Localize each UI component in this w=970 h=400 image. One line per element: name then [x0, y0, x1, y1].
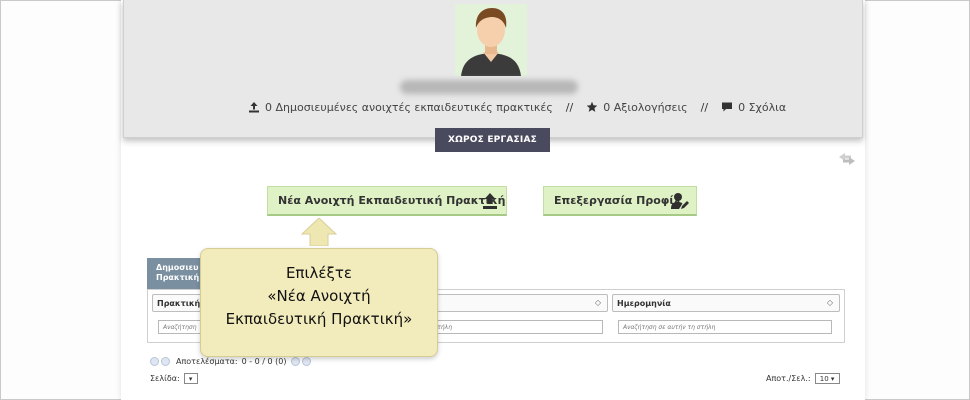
user-avatar	[455, 4, 527, 76]
refresh-icon[interactable]	[837, 151, 857, 167]
new-practice-label: Νέα Ανοιχτή Εκπαιδευτική Πρακτική	[278, 194, 506, 207]
page-label: Σελίδα:	[150, 374, 180, 383]
per-page-label: Αποτ./Σελ.:	[766, 374, 811, 383]
workspace-tab[interactable]: ΧΩΡΟΣ ΕΡΓΑΣΙΑΣ	[435, 128, 550, 152]
column-header-date[interactable]: Ημερομηνία ◇	[612, 294, 840, 312]
callout-arrow-icon	[300, 217, 338, 247]
upload-icon	[480, 191, 500, 211]
new-practice-button[interactable]: Νέα Ανοιχτή Εκπαιδευτική Πρακτική	[267, 186, 507, 216]
ratings-count: 0 Αξιολογήσεις	[603, 100, 688, 114]
user-edit-icon	[670, 191, 690, 211]
star-icon	[586, 101, 598, 113]
sort-icon: ◇	[594, 298, 601, 307]
stats-separator: //	[565, 100, 574, 114]
results-value: 0 - 0 / 0 (0)	[241, 356, 287, 366]
prev-page-button[interactable]	[161, 356, 170, 366]
page-select[interactable]: ▾	[183, 373, 198, 384]
date-filter-input[interactable]: Αναζήτηση σε αυτήν τη στήλη	[618, 320, 832, 334]
next-page-button[interactable]	[290, 356, 300, 366]
results-label: Αποτελέσματα:	[176, 356, 238, 366]
tooltip-line3: Εκπαιδευτική Πρακτική»	[225, 310, 413, 328]
comment-icon	[721, 101, 733, 113]
first-page-button[interactable]	[150, 356, 159, 366]
edit-profile-button[interactable]: Επεξεργασία Προφίλ	[543, 186, 697, 216]
tooltip-line2: «Νέα Ανοιχτή	[267, 287, 371, 305]
column-header-label: Ημερομηνία	[617, 298, 671, 308]
per-page-select[interactable]: 10 ▾	[814, 373, 840, 384]
edit-profile-label: Επεξεργασία Προφίλ	[554, 194, 681, 207]
filter-placeholder: Αναζήτηση σε αυτήν τη στήλη	[623, 323, 716, 331]
upload-icon	[248, 101, 260, 113]
page-selector: Σελίδα: ▾	[150, 373, 198, 384]
last-page-button[interactable]	[301, 356, 311, 366]
tooltip-line1: Επιλέξτε	[285, 264, 353, 282]
column-header-label: Πρακτική	[157, 298, 201, 308]
blurred-user-name	[400, 80, 578, 94]
stats-separator: //	[700, 100, 709, 114]
published-practices-tab[interactable]: Δημοσιευ Πρακτική	[147, 258, 207, 289]
comments-count: 0 Σχόλια	[738, 100, 787, 114]
published-practices-count: 0 Δημοσιευμένες ανοιχτές εκπαιδευτικές π…	[265, 100, 553, 114]
profile-stats: 0 Δημοσιευμένες ανοιχτές εκπαιδευτικές π…	[248, 99, 786, 115]
instruction-tooltip: Επιλέξτε «Νέα Ανοιχτή Εκπαιδευτική Πρακτ…	[200, 248, 438, 357]
per-page-selector: Αποτ./Σελ.: 10 ▾	[766, 373, 840, 384]
sort-icon: ◇	[826, 298, 833, 307]
